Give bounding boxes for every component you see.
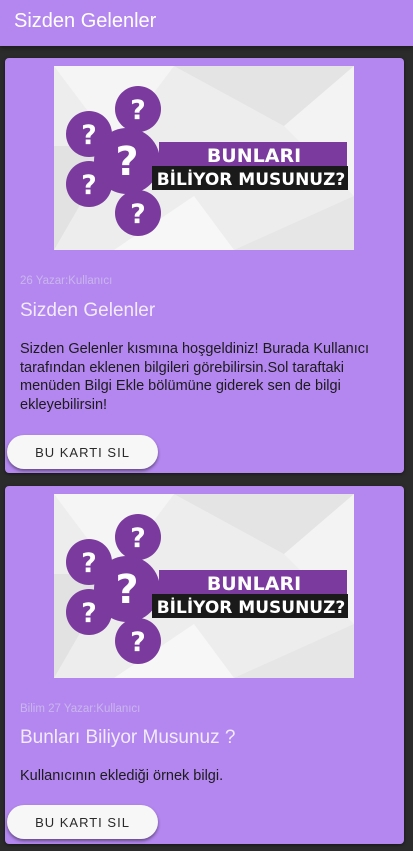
delete-card-button[interactable]: BU KARTI SIL xyxy=(7,435,158,469)
question-mark-symbol: ? xyxy=(81,170,97,201)
question-mark-symbol: ? xyxy=(81,598,97,629)
question-mark-symbol: ? xyxy=(115,139,138,185)
banner-line-2: BİLİYOR MUSUNUZ? xyxy=(157,596,346,618)
question-mark-symbol: ? xyxy=(130,627,146,658)
banner-line-2: BİLİYOR MUSUNUZ? xyxy=(157,168,346,190)
question-mark-symbol: ? xyxy=(81,120,97,151)
card-meta: 26 Yazar:Kullanıcı xyxy=(20,275,113,287)
info-card: ? ? ? ? ? BUNLARI BİLİYOR MUSUNUZ? Bilim… xyxy=(5,486,404,844)
app-title: Sizden Gelenler xyxy=(14,10,157,32)
question-banner-illustration: ? ? ? ? ? BUNLARI BİLİYOR MUSUNUZ? xyxy=(54,494,354,678)
card-body: Sizden Gelenler kısmına hoşgeldiniz! Bur… xyxy=(20,341,369,413)
question-mark-symbol: ? xyxy=(115,567,138,613)
question-mark-symbol: ? xyxy=(130,95,146,126)
question-mark-symbol: ? xyxy=(81,548,97,579)
card-title: Sizden Gelenler xyxy=(20,300,156,321)
card-image: ? ? ? ? ? BUNLARI BİLİYOR MUSUNUZ? xyxy=(54,494,354,678)
app-bar: Sizden Gelenler xyxy=(0,0,413,46)
card-body: Kullanıcının eklediği örnek bilgi. xyxy=(20,768,224,784)
banner-line-1: BUNLARI xyxy=(207,573,301,595)
question-mark-symbol: ? xyxy=(130,523,146,554)
info-card: ? ? ? ? ? BUNLARI BİLİYOR MUSUNUZ? 26 Ya… xyxy=(5,58,404,473)
card-title: Bunları Biliyor Musunuz ? xyxy=(20,727,236,748)
card-meta: Bilim 27 Yazar:Kullanıcı xyxy=(20,703,141,715)
delete-card-button[interactable]: BU KARTI SIL xyxy=(7,805,158,839)
card-image: ? ? ? ? ? BUNLARI BİLİYOR MUSUNUZ? xyxy=(54,66,354,250)
question-banner-illustration: ? ? ? ? ? BUNLARI BİLİYOR MUSUNUZ? xyxy=(54,66,354,250)
banner-line-1: BUNLARI xyxy=(207,145,301,167)
question-mark-symbol: ? xyxy=(130,199,146,230)
